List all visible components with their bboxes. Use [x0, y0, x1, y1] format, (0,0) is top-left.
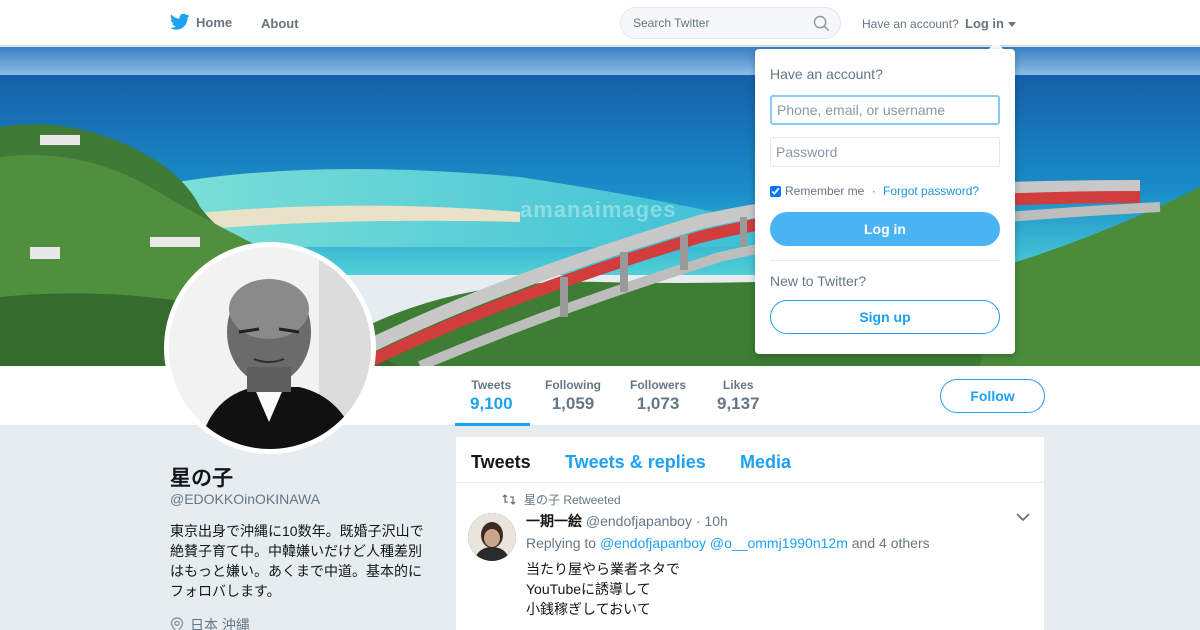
stat-tweets[interactable]: Tweets 9,100 [470, 378, 513, 414]
tweet-text-line: 当たり屋やら業者ネタで [526, 561, 680, 577]
retweet-icon [502, 494, 516, 505]
tweet-text: 当たり屋やら業者ネタで YouTubeに誘導して 小銭稼ぎしておいて [526, 559, 680, 619]
twitter-bird-icon [170, 13, 190, 30]
profile-bio: 東京出身で沖縄に10数年。既婚子沢山で絶賛子育て中。中韓嫌いだけど人種差別はもっ… [170, 523, 424, 599]
remember-me-row: Remember me · Forgot password? [770, 184, 979, 198]
profile-location: 日本 沖縄 [170, 615, 250, 630]
tab-tweets-and-replies[interactable]: Tweets & replies [565, 452, 706, 473]
password-field[interactable] [770, 137, 1000, 167]
replying-to-prefix: Replying to [526, 535, 597, 551]
follow-button[interactable]: Follow [940, 379, 1045, 413]
retweet-context-text[interactable]: 星の子 Retweeted [524, 491, 621, 508]
mention-link[interactable]: @endofjapanboy [600, 535, 706, 551]
stat-label: Followers [630, 378, 687, 392]
mention-link[interactable]: @o__ommj1990n12m [710, 535, 848, 551]
profile-avatar[interactable] [164, 242, 376, 454]
stat-following[interactable]: Following 1,059 [545, 378, 601, 414]
stat-followers[interactable]: Followers 1,073 [630, 378, 686, 414]
stat-value: 1,059 [551, 394, 595, 413]
signup-button[interactable]: Sign up [770, 300, 1000, 334]
tab-tweets[interactable]: Tweets [471, 452, 531, 473]
top-navigation-bar: Home About Have an account? Log in [0, 0, 1200, 46]
username-field[interactable] [770, 95, 1000, 125]
login-menu-label: Log in [965, 16, 1004, 31]
avatar-photo [169, 247, 371, 449]
stat-label: Likes [722, 378, 754, 392]
login-dropdown: Have an account? Remember me · Forgot pa… [755, 49, 1015, 354]
nav-home-label: Home [196, 14, 233, 30]
chevron-down-icon[interactable] [1016, 513, 1030, 522]
tab-media[interactable]: Media [740, 452, 791, 473]
new-to-twitter-text: New to Twitter? [770, 273, 867, 289]
stat-label: Tweets [471, 378, 512, 392]
forgot-password-link[interactable]: Forgot password? [883, 184, 979, 198]
tweet-text-line: 小銭稼ぎしておいて [526, 601, 651, 617]
stat-value: 9,100 [470, 394, 513, 413]
profile-handle[interactable]: @EDOKKOinOKINAWA [170, 491, 320, 507]
timeline: Tweets Tweets & replies Media 星の子 Retwee… [456, 437, 1044, 630]
stat-label: Following [545, 378, 601, 392]
dropdown-divider [770, 260, 1000, 261]
separator-dot: · [868, 184, 880, 198]
tweet-author-handle[interactable]: @endofjapanboy [586, 513, 692, 529]
search-input[interactable] [633, 16, 803, 30]
login-button[interactable]: Log in [770, 212, 1000, 246]
search-box [620, 7, 841, 39]
remember-me-checkbox[interactable] [770, 185, 781, 197]
replying-to-line: Replying to @endofjapanboy @o__ommj1990n… [526, 535, 930, 551]
caret-down-icon [1007, 22, 1016, 27]
stat-value: 1,073 [636, 394, 680, 413]
retweet-context: 星の子 Retweeted [502, 491, 621, 508]
search-icon[interactable] [813, 15, 830, 32]
stat-value: 9,137 [717, 394, 760, 413]
replying-to-others[interactable]: and 4 others [852, 535, 930, 551]
stat-likes[interactable]: Likes 9,137 [717, 378, 760, 414]
tweet-header: 一期一絵 @endofjapanboy · 10h [526, 511, 728, 531]
timeline-tabs: Tweets Tweets & replies Media [456, 437, 1044, 483]
nav-home-link[interactable]: Home [170, 13, 232, 31]
login-dropdown-title: Have an account? [770, 66, 883, 82]
remember-me-label[interactable]: Remember me [785, 184, 864, 198]
active-stat-underline [455, 423, 530, 426]
location-pin-icon [170, 617, 184, 630]
login-menu-toggle[interactable]: Log in [965, 16, 1016, 31]
nav-about-link[interactable]: About [261, 16, 299, 31]
tweet-author-name[interactable]: 一期一絵 [526, 513, 582, 529]
have-account-text: Have an account? [862, 17, 959, 31]
tweet-timestamp[interactable]: · 10h [696, 513, 728, 529]
tweet-text-line: YouTubeに誘導して [526, 581, 651, 597]
profile-name: 星の子 [170, 467, 233, 490]
image-watermark: amanaimages [520, 197, 677, 222]
profile-location-text: 日本 沖縄 [190, 617, 250, 630]
tweet-author-avatar[interactable] [468, 513, 516, 561]
